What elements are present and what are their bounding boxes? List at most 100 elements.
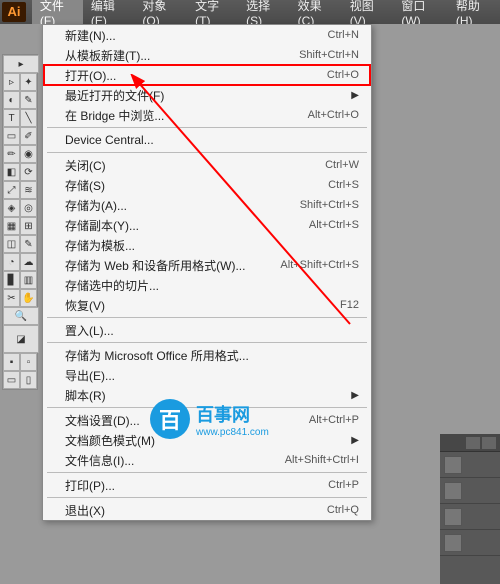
eraser-tool[interactable]: ◧ (3, 163, 20, 181)
draw-mode[interactable]: ▫ (20, 353, 37, 371)
file-menu-item-12[interactable]: 存储为模板... (43, 235, 371, 255)
menu-item-label: 最近打开的文件(F) (65, 87, 164, 104)
direct-select-tool[interactable]: ▹ (3, 73, 20, 91)
file-menu-item-13[interactable]: 存储为 Web 和设备所用格式(W)... Alt+Shift+Ctrl+S (43, 255, 371, 275)
file-menu-item-15[interactable]: 恢复(V) F12 (43, 295, 371, 315)
selection-tool[interactable]: ▸ (3, 55, 39, 73)
file-menu-dropdown: 新建(N)...Ctrl+N 从模板新建(T)... Shift+Ctrl+N 打开(… (42, 24, 372, 521)
file-menu-item-3[interactable]: 最近打开的文件(F) ▶ (43, 85, 371, 105)
menu-item-label: 导出(E)... (65, 367, 115, 384)
file-menu-item-2[interactable]: 打开(O)...Ctrl+O (43, 65, 371, 85)
file-menu-item-11[interactable]: 存储副本(Y)... Alt+Ctrl+S (43, 215, 371, 235)
panel-icon-1[interactable] (444, 456, 462, 474)
menu-separator (47, 342, 367, 343)
right-panel (440, 434, 500, 584)
file-menu-item-0[interactable]: 新建(N)...Ctrl+N (43, 25, 371, 45)
workspace: ▸ ▹✦ ◐✎ T╲ ▭✐ ✏◉ ◧⟳ ⤢≋ ◈◎ ▦⊞ ◫✎ ◔☁ ▊▥ ✂✋… (0, 24, 500, 573)
menu-shortcut: Ctrl+S (328, 179, 359, 191)
zoom-tool[interactable]: 🔍 (3, 307, 39, 325)
menu-item-label: 新建(N)... (65, 27, 116, 44)
magic-wand-tool[interactable]: ✦ (20, 73, 37, 91)
menu-shortcut: Shift+Ctrl+N (299, 49, 359, 61)
file-menu-item-6[interactable]: Device Central... (43, 130, 371, 150)
panel-icon-2[interactable] (444, 482, 462, 500)
color-mode[interactable]: ▪ (3, 353, 20, 371)
menu-item-label: 文档设置(D)... (65, 412, 140, 429)
file-menu-item-19[interactable]: 存储为 Microsoft Office 所用格式... (43, 345, 371, 365)
app-logo: Ai (2, 2, 26, 22)
menu-item-label: 恢复(V) (65, 297, 105, 314)
menu-separator (47, 497, 367, 498)
menu-separator (47, 472, 367, 473)
menu-shortcut: Alt+Ctrl+O (308, 109, 359, 121)
submenu-arrow-icon: ▶ (351, 90, 359, 101)
menu-item-label: 存储(S) (65, 177, 105, 194)
menu-separator (47, 317, 367, 318)
blob-tool[interactable]: ◉ (20, 145, 37, 163)
file-menu-item-9[interactable]: 存储(S) Ctrl+S (43, 175, 371, 195)
menu-shortcut: Shift+Ctrl+S (300, 199, 359, 211)
file-menu-item-27[interactable]: 打印(P)...Ctrl+P (43, 475, 371, 495)
menu-shortcut: Alt+Ctrl+S (309, 219, 359, 231)
file-menu-item-25[interactable]: 文件信息(I)...Alt+Shift+Ctrl+I (43, 450, 371, 470)
toolbox: ▸ ▹✦ ◐✎ T╲ ▭✐ ✏◉ ◧⟳ ⤢≋ ◈◎ ▦⊞ ◫✎ ◔☁ ▊▥ ✂✋… (2, 54, 38, 390)
file-menu-item-10[interactable]: 存储为(A)...Shift+Ctrl+S (43, 195, 371, 215)
graph-tool[interactable]: ▊ (3, 271, 20, 289)
brush-tool[interactable]: ✐ (20, 127, 37, 145)
submenu-arrow-icon: ▶ (351, 390, 359, 401)
menu-item-label: 存储为 Web 和设备所用格式(W)... (65, 257, 245, 274)
menu-separator (47, 127, 367, 128)
watermark-icon: 百 (150, 399, 190, 439)
pen-tool[interactable]: ✎ (20, 91, 37, 109)
type-tool[interactable]: T (3, 109, 20, 127)
menu-item-label: 从模板新建(T)... (65, 47, 150, 64)
menu-item-label: 在 Bridge 中浏览... (65, 107, 164, 124)
panel-icon-3[interactable] (444, 508, 462, 526)
menu-item-label: 文档颜色模式(M) (65, 432, 155, 449)
file-menu-item-4[interactable]: 在 Bridge 中浏览... Alt+Ctrl+O (43, 105, 371, 125)
menu-item-label: 存储选中的切片... (65, 277, 159, 294)
menu-item-label: 文件信息(I)... (65, 452, 134, 469)
submenu-arrow-icon: ▶ (351, 435, 359, 446)
rect-tool[interactable]: ▭ (3, 127, 20, 145)
lasso-tool[interactable]: ◐ (3, 91, 20, 109)
pencil-tool[interactable]: ✏ (3, 145, 20, 163)
file-menu-item-8[interactable]: 关闭(C)Ctrl+W (43, 155, 371, 175)
menu-shortcut: F12 (340, 299, 359, 311)
menu-item-label: 打印(P)... (65, 477, 115, 494)
blend-tool[interactable]: ◔ (3, 253, 20, 271)
free-transform-tool[interactable]: ◈ (3, 199, 20, 217)
menu-item-label: 存储副本(Y)... (65, 217, 139, 234)
file-menu-item-17[interactable]: 置入(L)... (43, 320, 371, 340)
file-menu-item-20[interactable]: 导出(E)... (43, 365, 371, 385)
file-menu-item-1[interactable]: 从模板新建(T)... Shift+Ctrl+N (43, 45, 371, 65)
panel-close[interactable] (482, 437, 496, 449)
menu-shortcut: Ctrl+W (325, 159, 359, 171)
file-menu-item-29[interactable]: 退出(X)Ctrl+Q (43, 500, 371, 520)
shape-builder-tool[interactable]: ◎ (20, 199, 37, 217)
perspective-tool[interactable]: ▦ (3, 217, 20, 235)
menu-item-label: 脚本(R) (65, 387, 106, 404)
menu-item-label: 存储为模板... (65, 237, 135, 254)
menu-item-label: 打开(O)... (65, 67, 116, 84)
gradient-tool[interactable]: ◫ (3, 235, 20, 253)
file-menu-item-14[interactable]: 存储选中的切片... (43, 275, 371, 295)
hand-tool[interactable]: ✋ (20, 289, 37, 307)
eyedropper-tool[interactable]: ✎ (20, 235, 37, 253)
artboard-tool[interactable]: ▥ (20, 271, 37, 289)
screen-mode[interactable]: ▭ (3, 371, 20, 389)
fill-stroke[interactable]: ◪ (3, 325, 39, 353)
line-tool[interactable]: ╲ (20, 109, 37, 127)
change-screen[interactable]: ▯ (20, 371, 37, 389)
menu-shortcut: Alt+Shift+Ctrl+S (280, 259, 359, 271)
rotate-tool[interactable]: ⟳ (20, 163, 37, 181)
panel-icon-4[interactable] (444, 534, 462, 552)
width-tool[interactable]: ≋ (20, 181, 37, 199)
scale-tool[interactable]: ⤢ (3, 181, 20, 199)
menu-item-label: 退出(X) (65, 502, 105, 519)
symbol-tool[interactable]: ☁ (20, 253, 37, 271)
panel-minimize[interactable] (466, 437, 480, 449)
slice-tool[interactable]: ✂ (3, 289, 20, 307)
menubar: Ai 文件(F)编辑(E)对象(O)文字(T)选择(S)效果(C)视图(V)窗口… (0, 0, 500, 24)
mesh-tool[interactable]: ⊞ (20, 217, 37, 235)
